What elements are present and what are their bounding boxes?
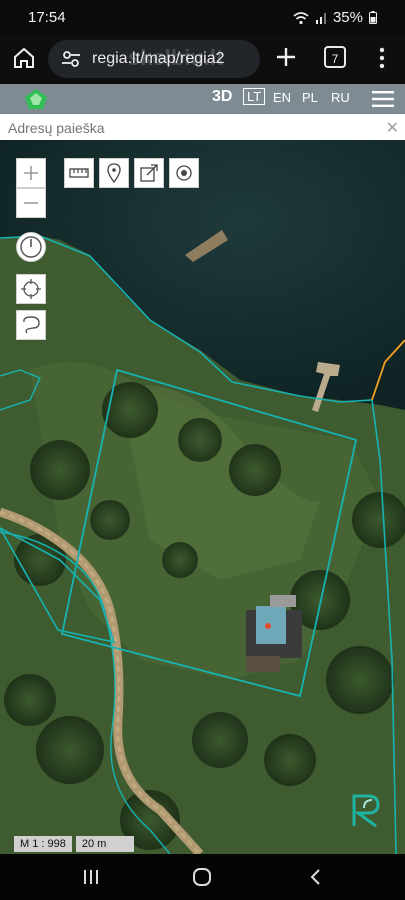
draw-area-button[interactable] [16,310,46,340]
plus-icon [24,166,38,180]
watermark-text: skelbiu.lt [128,45,224,70]
regia-watermark-icon [352,794,380,828]
address-search-input[interactable] [6,116,370,140]
system-nav-bar [0,854,405,900]
signal-icon [315,12,326,24]
mode-3d-button[interactable]: 3D [212,88,232,106]
address-search-bar: ✕ [0,114,405,141]
map-view[interactable] [0,140,405,854]
scale-ratio-label: M 1 : 998 [14,836,72,852]
share-button[interactable] [134,158,164,188]
locate-me-button[interactable] [16,274,46,304]
scale-distance-label: 20 m [75,836,135,852]
recent-apps-icon[interactable] [80,866,102,888]
address-bar[interactable]: regia.lt/map/regia2 skelbiu.lt [48,40,260,78]
crosshair-icon [21,279,41,299]
share-icon [140,164,158,182]
app-header: 3D LT EN PL RU [0,84,405,114]
lang-pl-button[interactable]: PL [302,90,318,105]
browser-toolbar: regia.lt/map/regia2 skelbiu.lt 7 [0,34,405,84]
satellite-map[interactable] [0,140,405,854]
status-icons: 35% [293,9,377,26]
zoom-out-button[interactable] [16,188,46,218]
battery-icon [369,11,377,24]
status-time: 17:54 [28,9,66,26]
lang-ru-button[interactable]: RU [331,90,350,105]
back-nav-icon[interactable] [305,866,327,888]
radio-target-icon [176,165,192,181]
measure-button[interactable] [64,158,94,188]
site-settings-icon[interactable] [60,48,82,70]
lasso-icon [23,316,40,334]
compass-button[interactable] [16,232,46,262]
hamburger-menu-icon[interactable] [372,90,394,108]
lang-lt-button[interactable]: LT [243,88,266,105]
more-menu-icon[interactable] [374,46,390,70]
record-button[interactable] [169,158,199,188]
scale-bar: M 1 : 998 20 m [14,836,135,852]
new-tab-icon[interactable] [274,45,298,69]
ruler-icon [69,168,89,178]
regia-logo-icon[interactable] [24,88,48,110]
compass-icon [20,236,42,258]
clear-search-icon[interactable]: ✕ [386,118,399,138]
home-nav-icon[interactable] [191,866,213,888]
zoom-in-button[interactable] [16,158,46,188]
map-pin-icon [107,163,121,184]
status-bar: 17:54 35% [0,0,405,34]
lang-en-button[interactable]: EN [273,90,291,105]
battery-percent: 35% [332,9,363,26]
wifi-icon [293,11,309,24]
place-marker-button[interactable] [99,158,129,188]
minus-icon [24,202,38,204]
tab-switcher-button[interactable]: 7 [324,46,346,68]
home-icon[interactable] [12,46,36,70]
location-marker[interactable] [265,623,271,629]
